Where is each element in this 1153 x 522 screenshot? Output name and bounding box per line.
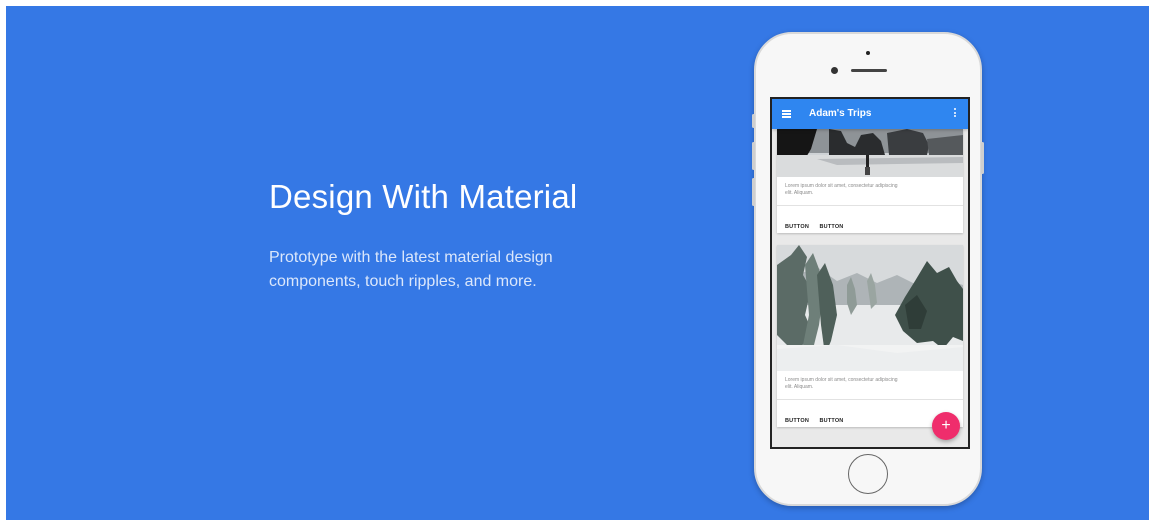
hero-subtitle: Prototype with the latest material desig… xyxy=(269,246,629,294)
app-bar: Adam's Trips xyxy=(772,99,968,129)
card-description: Lorem ipsum dolor sit amet, consectetur … xyxy=(785,377,898,390)
phone-sensor-icon xyxy=(866,51,870,55)
more-vert-icon[interactable] xyxy=(954,108,956,119)
app-bar-title: Adam's Trips xyxy=(809,108,872,119)
hero-subtitle-line: Prototype with the latest material desig… xyxy=(269,249,553,266)
trip-card[interactable]: Lorem ipsum dolor sit amet, consectetur … xyxy=(777,129,963,233)
card-button[interactable]: BUTTON xyxy=(819,224,843,230)
phone-speaker-grille xyxy=(851,69,887,72)
phone-volume-up xyxy=(752,142,755,170)
hero-subtitle-line: components, touch ripples, and more. xyxy=(269,273,537,290)
phone-power-button xyxy=(981,142,984,174)
card-actions: BUTTON BUTTON xyxy=(777,206,963,233)
phone-volume-down xyxy=(752,178,755,206)
hamburger-menu-icon[interactable] xyxy=(782,110,791,118)
phone-screen: Adam's Trips Lorem ipsum dolor sit amet,… xyxy=(770,97,970,449)
beach-rocks-photo xyxy=(777,129,963,177)
card-button[interactable]: BUTTON xyxy=(785,418,809,424)
card-button[interactable]: BUTTON xyxy=(819,418,843,424)
phone-mockup: Adam's Trips Lorem ipsum dolor sit amet,… xyxy=(752,32,984,506)
trip-card[interactable]: Lorem ipsum dolor sit amet, consectetur … xyxy=(777,245,963,427)
hero-banner: Design With Material Prototype with the … xyxy=(6,6,1149,520)
add-fab-button[interactable]: + xyxy=(932,412,960,440)
card-button[interactable]: BUTTON xyxy=(785,224,809,230)
hero-text-block: Design With Material Prototype with the … xyxy=(269,178,689,294)
phone-home-button xyxy=(848,454,888,494)
plus-icon: + xyxy=(941,417,951,434)
hero-title: Design With Material xyxy=(269,178,578,215)
phone-mute-switch xyxy=(752,114,755,128)
snowy-forest-photo xyxy=(777,245,963,371)
phone-front-camera-icon xyxy=(831,67,838,74)
card-description: Lorem ipsum dolor sit amet, consectetur … xyxy=(785,183,898,196)
